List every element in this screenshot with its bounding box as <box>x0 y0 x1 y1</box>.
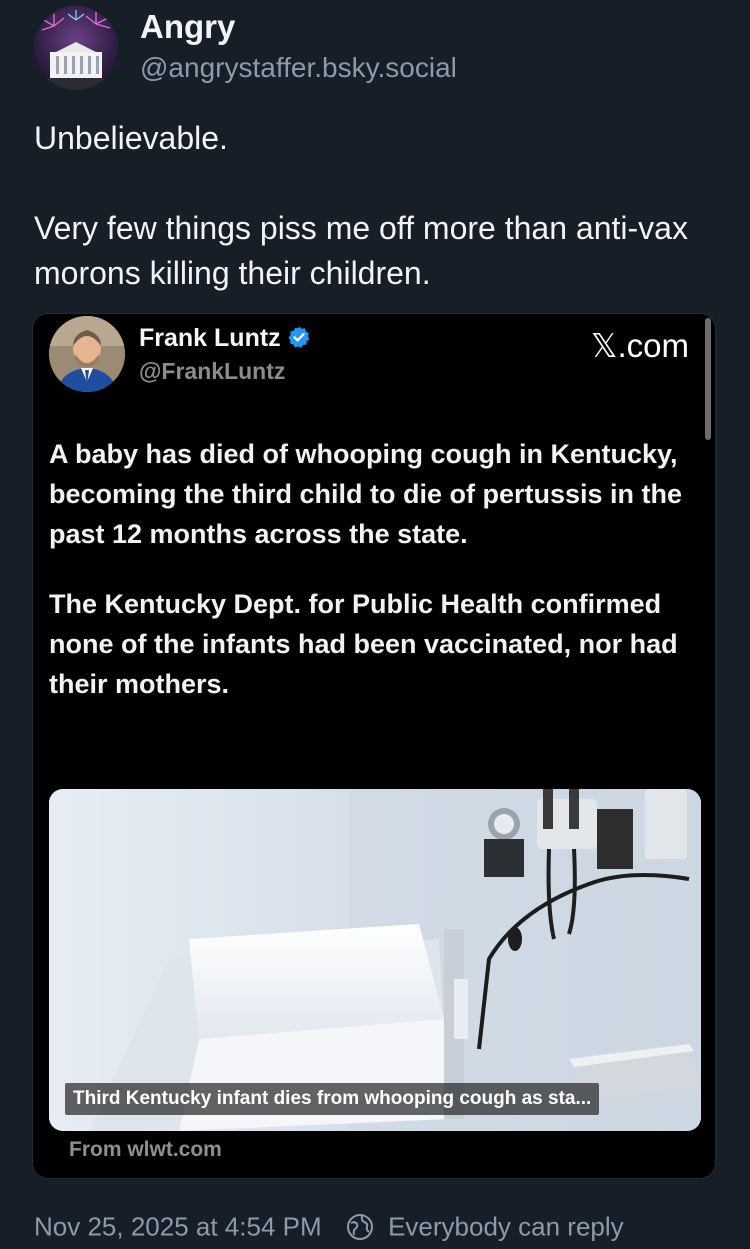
author-avatar[interactable] <box>34 6 118 90</box>
person-portrait-image <box>49 316 125 392</box>
embed-body: A baby has died of whooping cough in Ken… <box>49 434 689 704</box>
embed-paragraph: A baby has died of whooping cough in Ken… <box>49 439 683 549</box>
post-paragraph: Unbelievable. <box>34 120 228 156</box>
embed-paragraph: The Kentucky Dept. for Public Health con… <box>49 589 678 699</box>
embed-source-label: 𝕏.com <box>590 327 689 364</box>
post-timestamp: Nov 25, 2025 at 4:54 PM <box>34 1211 322 1242</box>
reply-setting-label[interactable]: Everybody can reply <box>388 1212 624 1242</box>
embed-author-handle: @FrankLuntz <box>139 358 286 384</box>
post-header: Angry @angrystaffer.bsky.social <box>34 6 724 90</box>
embed-author-name: Frank Luntz <box>139 324 311 353</box>
link-card-title: Third Kentucky infant dies from whooping… <box>65 1083 600 1115</box>
author-name[interactable]: Angry <box>140 8 235 46</box>
embedded-post-image[interactable]: Frank Luntz @FrankLuntz 𝕏.com A baby has… <box>32 313 716 1179</box>
globe-icon <box>346 1214 373 1241</box>
white-house-fireworks-image <box>34 6 118 90</box>
link-card-domain: From wlwt.com <box>69 1138 222 1161</box>
post-paragraph: Very few things piss me off more than an… <box>34 210 688 291</box>
link-card-image: Third Kentucky infant dies from whooping… <box>49 789 701 1131</box>
verified-check-icon <box>288 326 309 348</box>
post-footer: Nov 25, 2025 at 4:54 PM Everybody can re… <box>34 1210 624 1246</box>
embed-author-avatar <box>49 316 125 392</box>
embed-scrollbar <box>705 318 711 440</box>
author-handle[interactable]: @angrystaffer.bsky.social <box>140 52 457 84</box>
post-text: Unbelievable. Very few things piss me of… <box>34 116 724 296</box>
exam-room-photo <box>49 789 701 1131</box>
